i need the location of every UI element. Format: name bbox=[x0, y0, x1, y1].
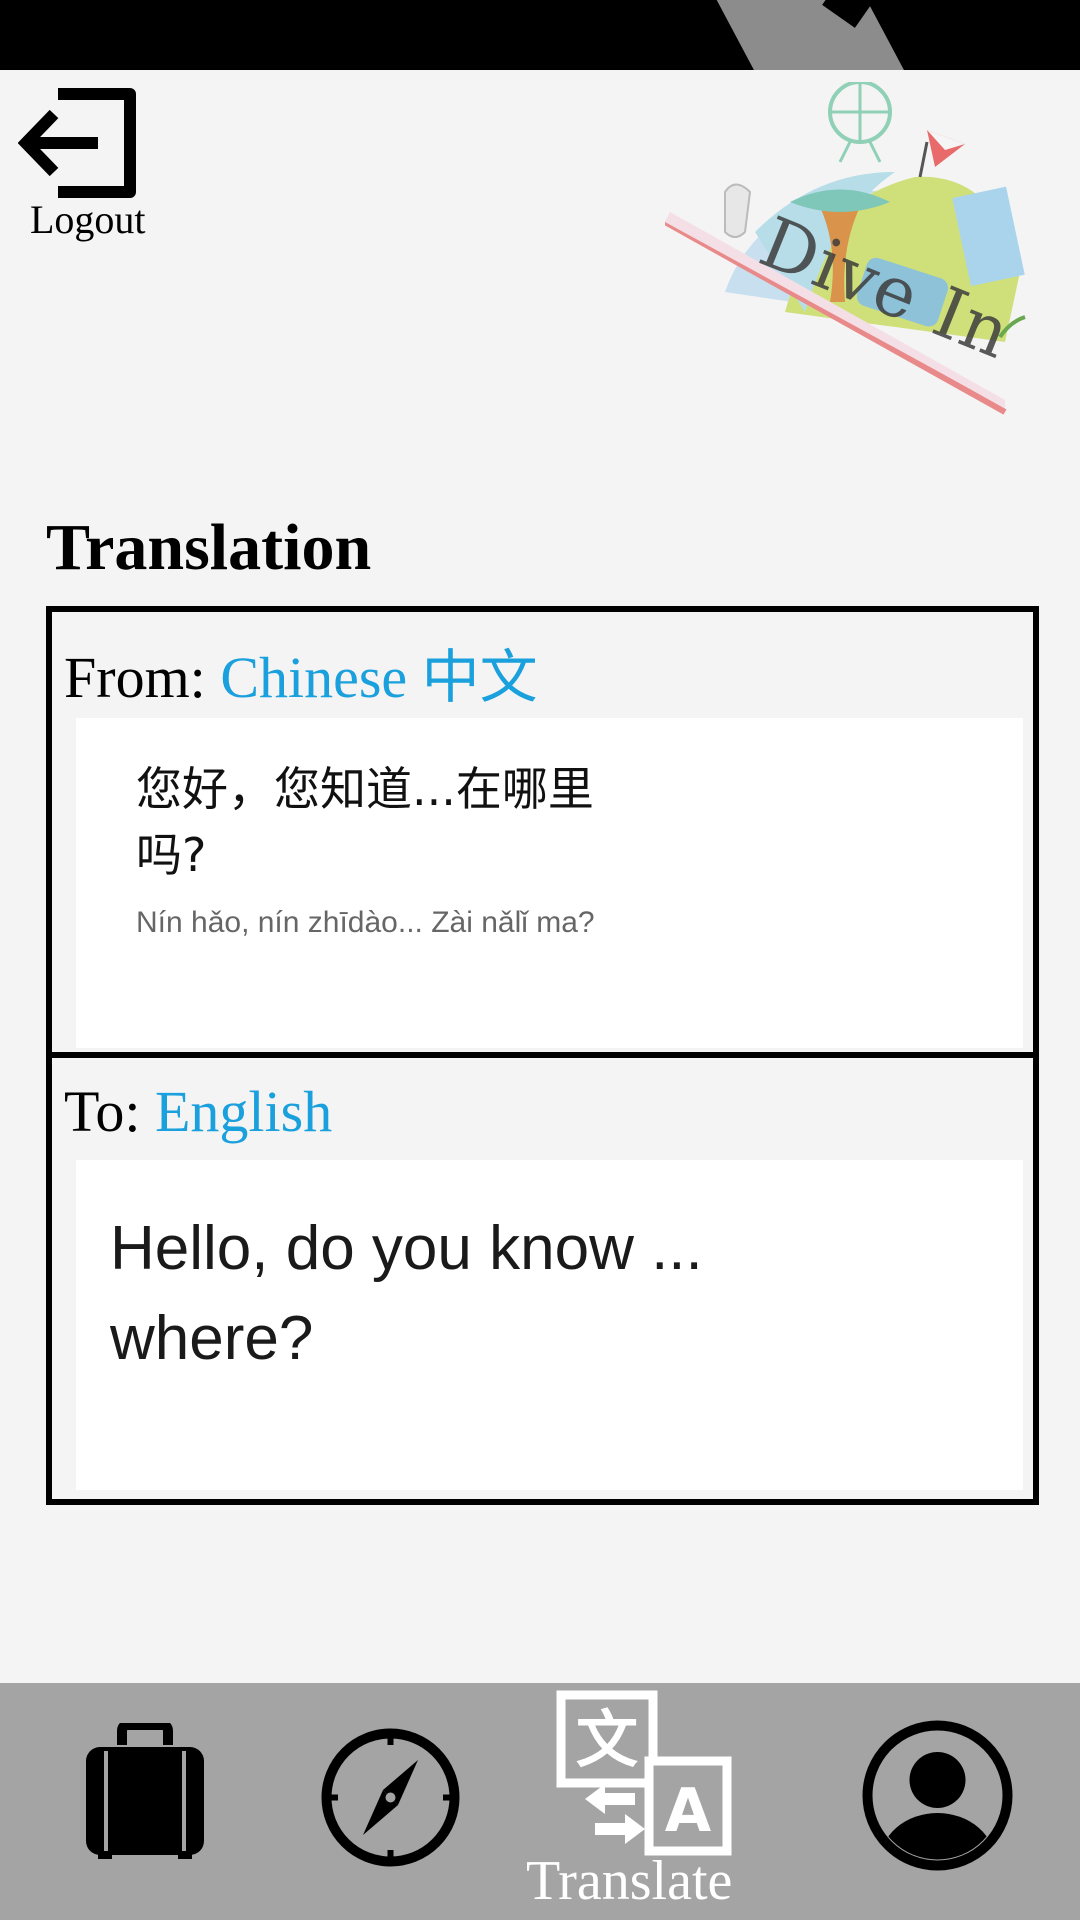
nav-translate[interactable]: 文 A Translate bbox=[520, 1683, 770, 1920]
source-section: From: Chinese 中文 您好，您知道...在哪里吗? Nín hǎo,… bbox=[52, 612, 1033, 1058]
source-text-box[interactable]: 您好，您知道...在哪里吗? Nín hǎo, nín zhīdào... Zà… bbox=[76, 718, 1023, 1048]
nav-baggage[interactable] bbox=[80, 1720, 210, 1863]
briefcase-icon bbox=[86, 1720, 204, 1859]
status-bar-decoration bbox=[695, 0, 915, 70]
logout-button[interactable]: Logout bbox=[14, 84, 174, 244]
nav-profile[interactable] bbox=[860, 1718, 1015, 1873]
logout-label: Logout bbox=[30, 197, 146, 242]
translation-panel: From: Chinese 中文 您好，您知道...在哪里吗? Nín hǎo,… bbox=[46, 606, 1039, 1505]
page-title: Translation bbox=[46, 511, 372, 584]
bottom-nav-bar: 文 A Translate bbox=[0, 1683, 1080, 1920]
target-language-selector[interactable]: English bbox=[155, 1079, 332, 1144]
source-romanized-text: Nín hǎo, nín zhīdào... Zài nǎlǐ ma? bbox=[136, 906, 595, 939]
compass-icon bbox=[321, 1728, 460, 1867]
target-text: Hello, do you know ... where? bbox=[110, 1214, 703, 1373]
source-language-row: From: Chinese 中文 bbox=[64, 630, 538, 714]
translate-icon: 文 A bbox=[556, 1690, 732, 1856]
target-text-box: Hello, do you know ... where? bbox=[76, 1160, 1023, 1490]
dive-in-logo: Dive In bbox=[663, 80, 1045, 427]
svg-text:A: A bbox=[665, 1776, 712, 1846]
source-text: 您好，您知道...在哪里吗? bbox=[136, 762, 594, 882]
nav-translate-label: Translate bbox=[526, 1850, 733, 1912]
source-language-selector[interactable]: Chinese 中文 bbox=[220, 645, 537, 710]
nav-explore[interactable] bbox=[318, 1725, 463, 1870]
target-section: To: English Hello, do you know ... where… bbox=[52, 1064, 1033, 1499]
status-bar bbox=[0, 0, 1080, 70]
logout-icon bbox=[18, 88, 136, 198]
svg-text:文: 文 bbox=[576, 1703, 638, 1776]
to-label: To: bbox=[64, 1079, 141, 1144]
target-language-row: To: English bbox=[64, 1078, 332, 1145]
from-label: From: bbox=[64, 645, 206, 710]
user-icon bbox=[862, 1720, 1013, 1871]
